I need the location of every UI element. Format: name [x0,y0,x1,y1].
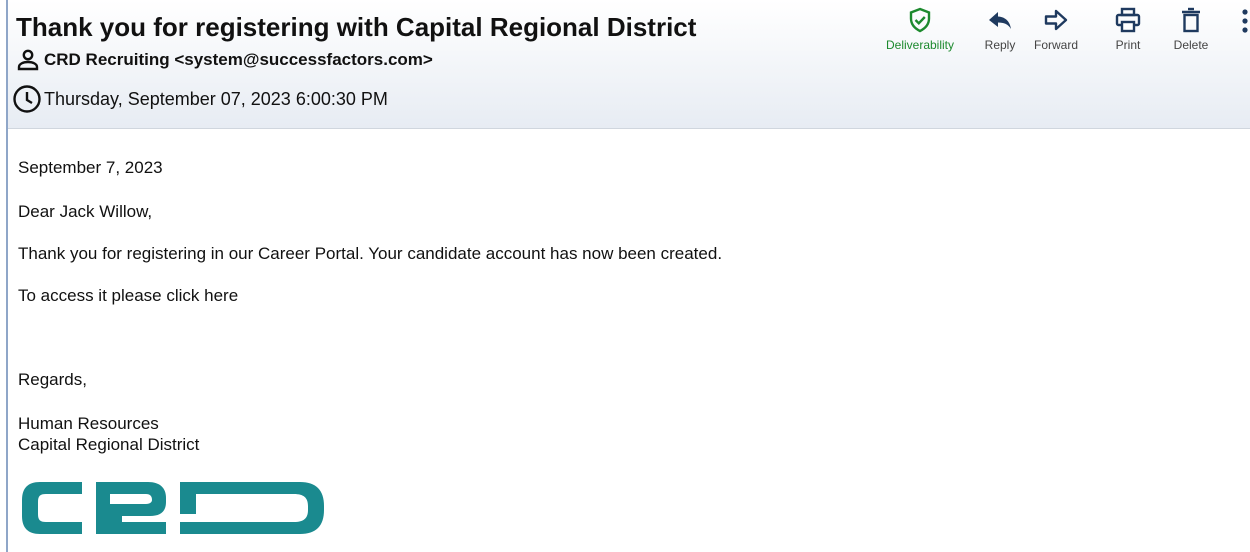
print-label: Print [1115,38,1141,52]
shield-check-icon [909,7,931,33]
date-row: Thursday, September 07, 2023 6:00:30 PM [12,84,388,114]
message-line-2: To access it please click here [18,286,239,305]
forward-icon [1044,9,1068,31]
delete-label: Delete [1173,38,1209,52]
closing: Regards, [18,370,87,389]
reply-icon [989,12,1011,29]
date-line: September 7, 2023 [18,158,163,177]
reply-button[interactable]: Reply [974,6,1026,52]
message-line-1: Thank you for registering in our Career … [18,244,723,263]
reply-label: Reply [984,38,1016,52]
more-vertical-icon[interactable] [1236,8,1250,36]
email-header: Thank you for registering with Capital R… [8,0,1250,129]
forward-label: Forward [1033,38,1078,52]
deliverability-button[interactable]: Deliverability [870,6,970,52]
clock-icon [13,85,41,113]
deliverability-label: Deliverability [885,38,955,52]
email-date: Thursday, September 07, 2023 6:00:30 PM [44,88,388,109]
email-subject: Thank you for registering with Capital R… [16,12,697,42]
signature-line-2: Capital Regional District [18,435,200,454]
delete-button[interactable]: Delete [1166,6,1216,52]
email-sender[interactable]: CRD Recruiting <system@successfactors.co… [44,50,433,70]
crd-logo [22,482,324,534]
signature-line-1: Human Resources [18,414,159,433]
forward-button[interactable]: Forward [1028,6,1084,52]
print-button[interactable]: Print [1106,6,1150,52]
greeting: Dear Jack Willow, [18,202,153,221]
delete-icon [1182,7,1200,33]
print-icon [1115,7,1141,33]
person-icon [17,49,39,71]
sender-row: CRD Recruiting <system@successfactors.co… [16,48,433,72]
